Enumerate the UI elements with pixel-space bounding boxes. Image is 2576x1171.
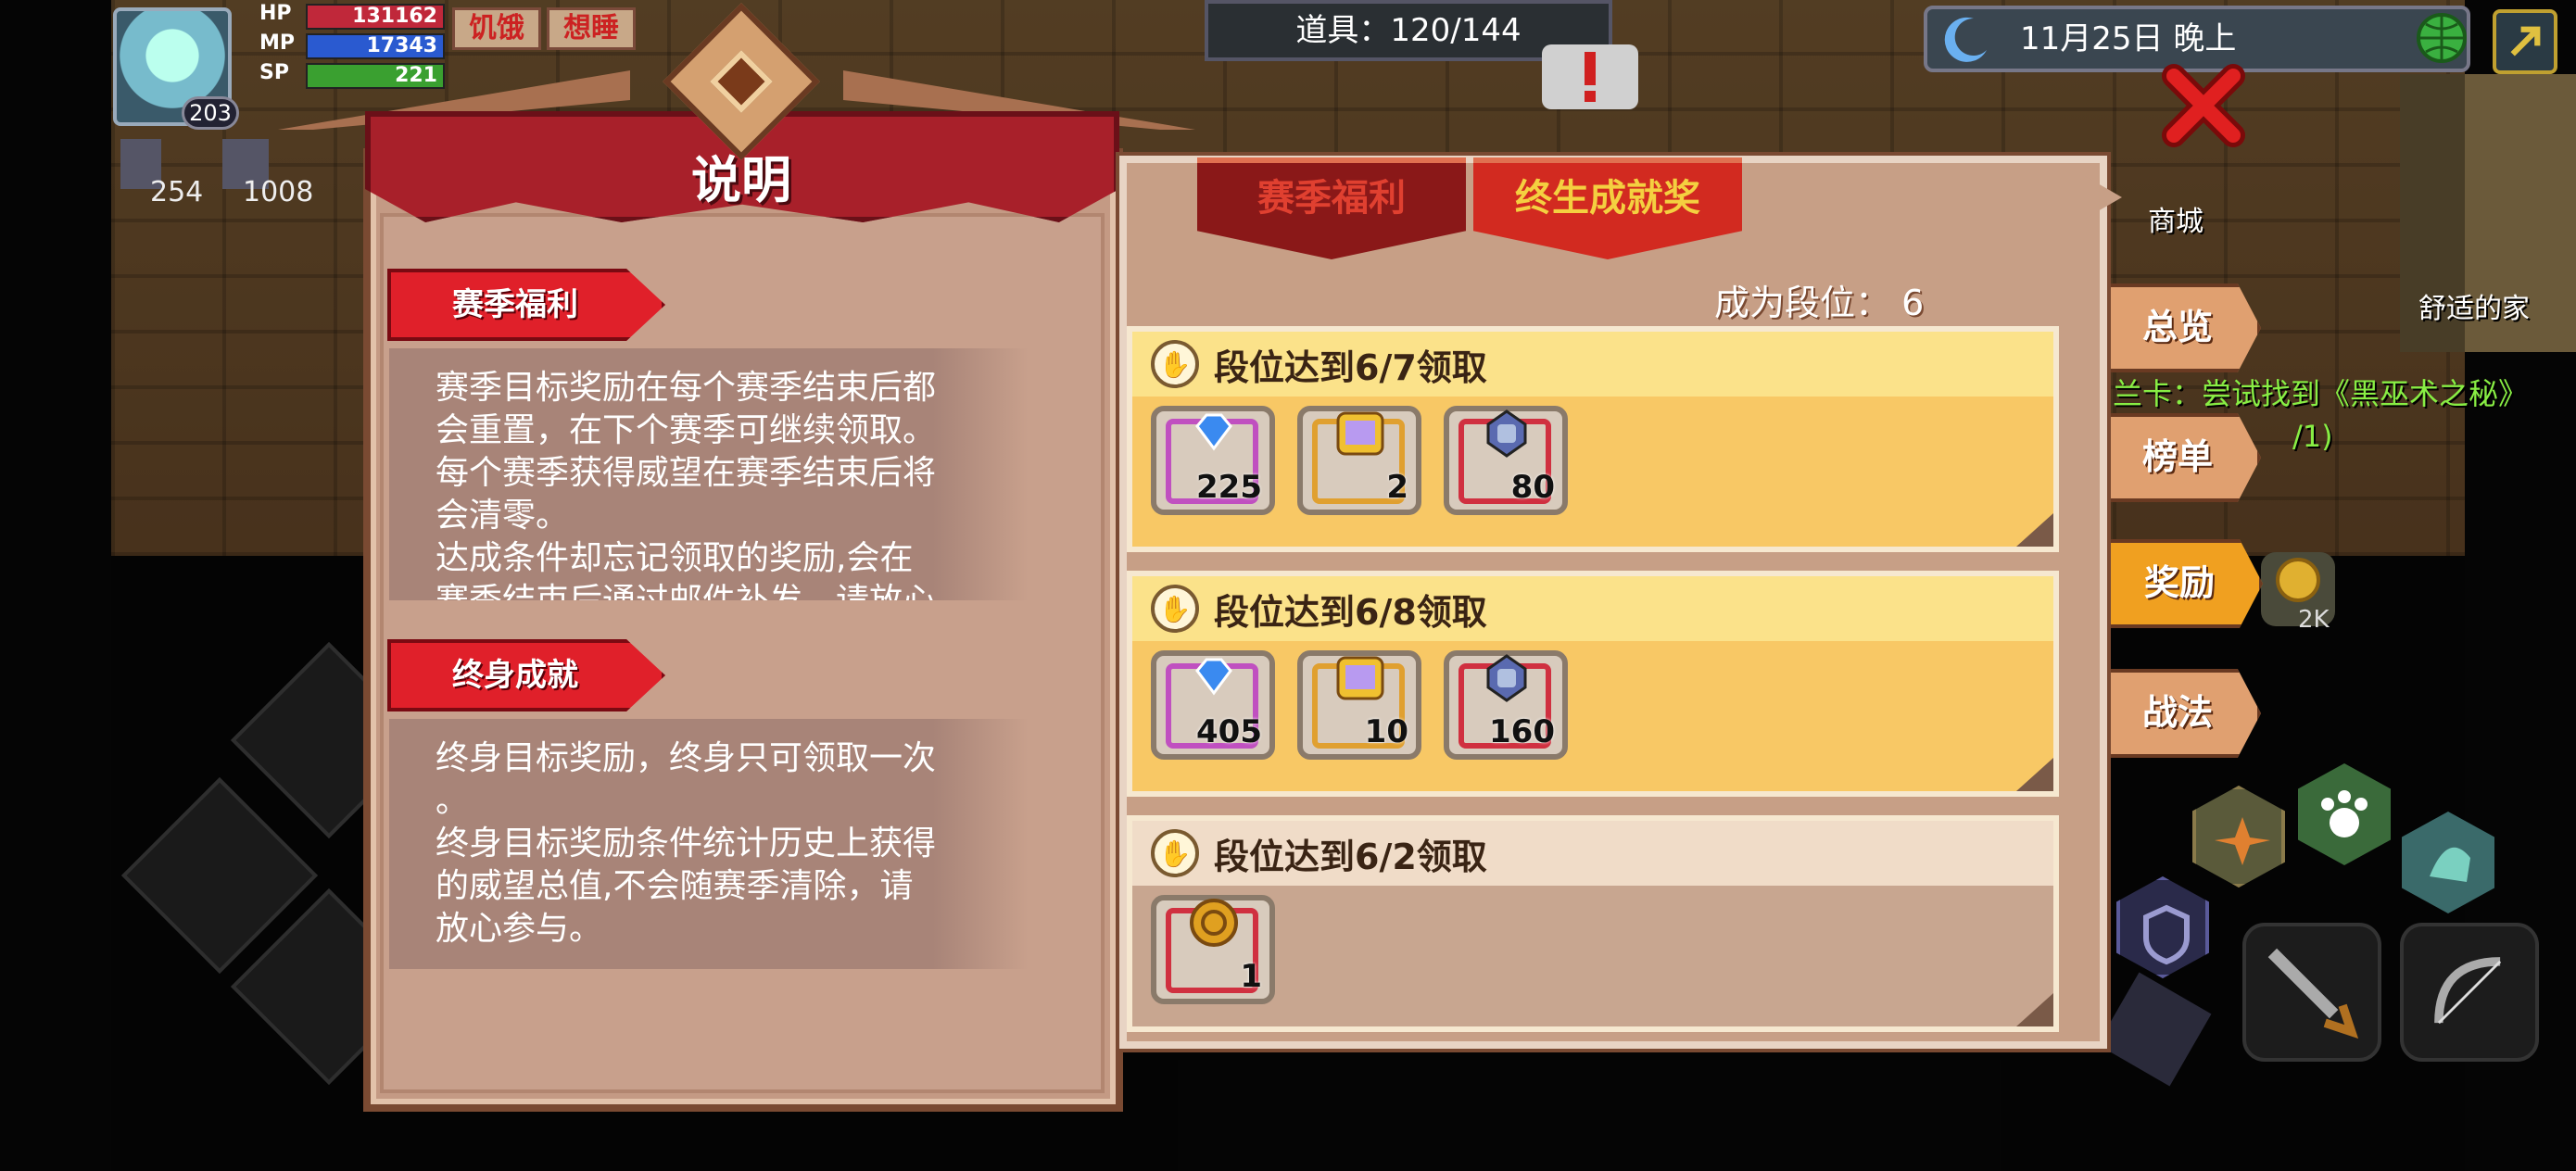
- weapon-sword-icon[interactable]: [2242, 923, 2381, 1062]
- reward-item-slot[interactable]: 160: [1444, 650, 1568, 760]
- quest-text[interactable]: 兰卡：尝试找到《黑巫术之秘》: [2113, 371, 2528, 413]
- sp-value: 221: [395, 64, 437, 87]
- reward-count: 1: [1240, 958, 1262, 995]
- hp-bar: 131162: [306, 4, 445, 30]
- reward-item-slot[interactable]: 10: [1297, 650, 1421, 760]
- mp-bar: 17343: [306, 33, 445, 59]
- status-hungry: 饥饿: [452, 7, 541, 50]
- reward-card-header: ✋ 段位达到6/7领取: [1132, 332, 2053, 397]
- reward-card[interactable]: ✋ 段位达到6/2领取 1: [1127, 815, 2059, 1032]
- reward-card-title: 段位达到6/8领取: [1214, 591, 1487, 633]
- crystal-orb-icon: [1486, 654, 1527, 702]
- reward-item-slot[interactable]: 2: [1297, 406, 1421, 515]
- sp-bar: 221: [306, 63, 445, 89]
- globe-icon[interactable]: [2415, 11, 2469, 65]
- hp-label: HP: [259, 2, 292, 25]
- reward-card-title: 段位达到6/7领取: [1214, 346, 1487, 388]
- tab-overview[interactable]: 总览: [2094, 283, 2261, 372]
- reward-card-title: 段位达到6/2领取: [1214, 836, 1487, 877]
- weapon-bow-icon[interactable]: [2400, 923, 2539, 1062]
- alert-bubble: [1542, 44, 1638, 109]
- reward-card-header: ✋ 段位达到6/2领取: [1132, 821, 2053, 886]
- mp-label: MP: [259, 31, 296, 55]
- reward-item-slot[interactable]: 225: [1151, 406, 1275, 515]
- reward-count: 80: [1510, 469, 1555, 506]
- quest-progress: /1): [2292, 419, 2333, 454]
- reward-card[interactable]: ✋ 段位达到6/7领取 225 2 80: [1127, 326, 2059, 552]
- tab-tactics[interactable]: 战法: [2094, 669, 2261, 758]
- info-title: 说明: [691, 151, 791, 209]
- close-icon[interactable]: [2157, 59, 2250, 152]
- thumb-icon: ✋: [1151, 829, 1199, 877]
- stat-defense: 254: [150, 176, 204, 208]
- reward-count: 225: [1196, 469, 1262, 506]
- reward-item-slot[interactable]: 80: [1444, 406, 1568, 515]
- tab-rewards[interactable]: 奖励: [2096, 539, 2263, 628]
- rank-label: 成为段位： 6: [1714, 283, 1925, 323]
- exit-icon[interactable]: [2493, 9, 2557, 74]
- rainbow-chest-icon: [1336, 656, 1384, 700]
- reward-count: 160: [1489, 713, 1555, 750]
- section-season-body[interactable]: 赛季目标奖励在每个赛季结束后都 会重置，在下个赛季可继续领取。 每个赛季获得威望…: [389, 348, 1029, 600]
- tab-leaderboard[interactable]: 榜单: [2094, 413, 2261, 502]
- section-lifetime-body[interactable]: 终身目标奖励，终身只可领取一次 。 终身目标奖励条件统计历史上获得 的威望总值,…: [389, 719, 1029, 969]
- stat-attack: 1008: [243, 176, 314, 208]
- section-season-tag: 赛季福利: [387, 269, 665, 341]
- blue-gem-icon: [1195, 658, 1232, 696]
- reward-item-slot[interactable]: 405: [1151, 650, 1275, 760]
- card-corner: [2016, 758, 2053, 791]
- mp-value: 17343: [366, 34, 437, 57]
- status-sleepy: 想睡: [547, 7, 636, 50]
- section-season-text: 赛季目标奖励在每个赛季结束后都 会重置，在下个赛季可继续领取。 每个赛季获得威望…: [436, 369, 937, 600]
- player-level: 203: [182, 96, 239, 130]
- sp-label: SP: [259, 61, 289, 84]
- section-lifetime-text: 终身目标奖励，终身只可领取一次 。 终身目标奖励条件统计历史上获得 的威望总值,…: [436, 739, 937, 948]
- thumb-icon: ✋: [1151, 585, 1199, 633]
- coin-count: 2K: [2298, 606, 2330, 634]
- section-lifetime-tag: 终身成就: [387, 639, 665, 711]
- crystal-orb-icon: [1486, 409, 1527, 458]
- reward-item-slot[interactable]: 1: [1151, 895, 1275, 1004]
- moon-icon: [1944, 17, 1987, 62]
- hp-value: 131162: [352, 5, 437, 28]
- gold-coin-icon: [1190, 899, 1238, 947]
- shop-label[interactable]: 商城: [2148, 198, 2203, 239]
- reward-count: 405: [1196, 713, 1262, 750]
- reward-count: 2: [1386, 469, 1408, 506]
- thumb-icon: ✋: [1151, 340, 1199, 388]
- card-corner: [2016, 513, 2053, 547]
- reward-count: 10: [1364, 713, 1408, 750]
- home-label: 舒适的家: [2418, 293, 2530, 325]
- blue-gem-icon: [1195, 413, 1232, 451]
- reward-card-header: ✋ 段位达到6/8领取: [1132, 576, 2053, 641]
- reward-card[interactable]: ✋ 段位达到6/8领取 405 10 160: [1127, 571, 2059, 797]
- rainbow-chest-icon: [1336, 411, 1384, 456]
